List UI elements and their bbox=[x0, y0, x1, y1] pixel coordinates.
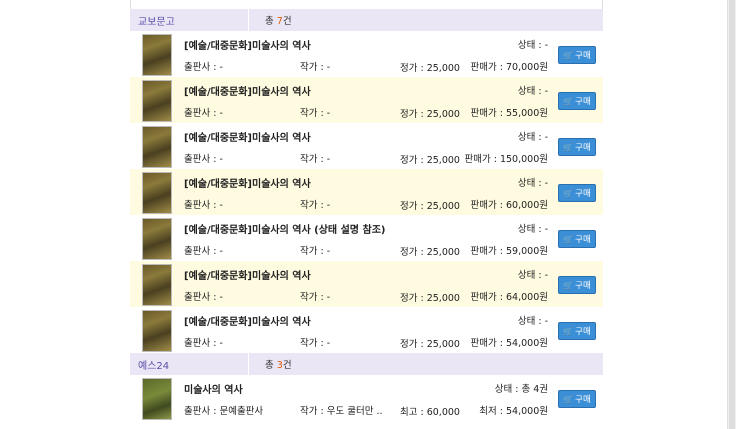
buy-button[interactable]: 🛒 구매 bbox=[558, 184, 596, 202]
book-state: 상태 : 총 4권 bbox=[494, 384, 548, 395]
book-title[interactable]: [예술/대중문화]미술사의 역사 bbox=[184, 267, 311, 282]
book-author: 작가 : - bbox=[300, 62, 331, 73]
book-state: 상태 : - bbox=[517, 132, 548, 143]
book-row: [예술/대중문화]미술사의 역사 상태 : - 출판사 : - 작가 : - 정… bbox=[130, 77, 603, 123]
book-row: 미술사의 역사 상태 : 총 4권 출판사 : 문예출판사 작가 : 우도 쿨터… bbox=[130, 375, 603, 421]
book-author: 작가 : - bbox=[300, 108, 331, 119]
book-publisher: 출판사 : - bbox=[184, 246, 223, 257]
cart-icon: 🛒 bbox=[563, 234, 574, 244]
book-publisher: 출판사 : - bbox=[184, 62, 223, 73]
buy-button[interactable]: 🛒 구매 bbox=[558, 390, 596, 408]
book-title[interactable]: [예술/대중문화]미술사의 역사 bbox=[184, 129, 311, 144]
book-sale-price: 판매가 : 70,000원 bbox=[470, 62, 548, 73]
book-author: 작가 : 우도 쿨터만 .. bbox=[300, 406, 383, 417]
book-sale-price: 판매가 : 55,000원 bbox=[470, 108, 548, 119]
buy-button[interactable]: 🛒 구매 bbox=[558, 138, 596, 156]
result-count: 총 3건 bbox=[265, 360, 292, 371]
section-header-kyobo: 교보문고 총 7건 bbox=[130, 9, 603, 31]
book-cover-thumbnail[interactable] bbox=[142, 310, 172, 352]
cart-icon: 🛒 bbox=[563, 96, 574, 106]
book-sale-price: 판매가 : 54,000원 bbox=[470, 338, 548, 349]
book-cover-thumbnail[interactable] bbox=[142, 264, 172, 306]
top-border bbox=[130, 0, 603, 9]
cart-icon: 🛒 bbox=[563, 280, 574, 290]
cart-icon: 🛒 bbox=[563, 394, 574, 404]
book-list-price: 정가 : 25,000 bbox=[400, 155, 460, 166]
page-scrollbar[interactable] bbox=[727, 0, 736, 429]
book-min-price: 최저 : 54,000원 bbox=[479, 406, 548, 417]
book-list-price: 정가 : 25,000 bbox=[400, 63, 460, 74]
book-sale-price: 판매가 : 59,000원 bbox=[470, 246, 548, 257]
book-state: 상태 : - bbox=[517, 270, 548, 281]
book-title[interactable]: 미술사의 역사 bbox=[184, 381, 243, 396]
book-author: 작가 : - bbox=[300, 292, 331, 303]
book-list-price: 정가 : 25,000 bbox=[400, 293, 460, 304]
book-title[interactable]: [예술/대중문화]미술사의 역사 (상태 설명 참조) bbox=[184, 221, 385, 236]
result-count: 총 7건 bbox=[265, 16, 292, 27]
store-name[interactable]: 교보문고 bbox=[130, 13, 248, 28]
book-cover-thumbnail[interactable] bbox=[142, 378, 172, 420]
book-cover-thumbnail[interactable] bbox=[142, 34, 172, 76]
book-list-price: 정가 : 25,000 bbox=[400, 201, 460, 212]
buy-button[interactable]: 🛒 구매 bbox=[558, 46, 596, 64]
book-author: 작가 : - bbox=[300, 154, 331, 165]
book-row: [예술/대중문화]미술사의 역사 (상태 설명 참조) 상태 : - 출판사 :… bbox=[130, 215, 603, 261]
book-list-price: 정가 : 25,000 bbox=[400, 247, 460, 258]
buy-button[interactable]: 🛒 구매 bbox=[558, 322, 596, 340]
book-publisher: 출판사 : 문예출판사 bbox=[184, 406, 264, 417]
book-publisher: 출판사 : - bbox=[184, 200, 223, 211]
cart-icon: 🛒 bbox=[563, 50, 574, 60]
book-publisher: 출판사 : - bbox=[184, 154, 223, 165]
book-title[interactable]: [예술/대중문화]미술사의 역사 bbox=[184, 37, 311, 52]
book-author: 작가 : - bbox=[300, 246, 331, 257]
book-row: [예술/대중문화]미술사의 역사 상태 : - 출판사 : - 작가 : - 정… bbox=[130, 261, 603, 307]
book-author: 작가 : - bbox=[300, 200, 331, 211]
book-state: 상태 : - bbox=[517, 40, 548, 51]
book-author: 작가 : - bbox=[300, 338, 331, 349]
book-cover-thumbnail[interactable] bbox=[142, 126, 172, 168]
book-title[interactable]: [예술/대중문화]미술사의 역사 bbox=[184, 83, 311, 98]
book-list-price: 정가 : 25,000 bbox=[400, 109, 460, 120]
store-name[interactable]: 예스24 bbox=[130, 357, 248, 372]
book-row: [예술/대중문화]미술사의 역사 상태 : - 출판사 : - 작가 : - 정… bbox=[130, 307, 603, 353]
book-row: [예술/대중문화]미술사의 역사 상태 : - 출판사 : - 작가 : - 정… bbox=[130, 169, 603, 215]
book-state: 상태 : - bbox=[517, 86, 548, 97]
book-publisher: 출판사 : - bbox=[184, 338, 223, 349]
buy-button[interactable]: 🛒 구매 bbox=[558, 276, 596, 294]
book-title[interactable]: [예술/대중문화]미술사의 역사 bbox=[184, 313, 311, 328]
book-cover-thumbnail[interactable] bbox=[142, 218, 172, 260]
book-state: 상태 : - bbox=[517, 178, 548, 189]
book-cover-thumbnail[interactable] bbox=[142, 80, 172, 122]
book-row: [예술/대중문화]미술사의 역사 상태 : - 출판사 : - 작가 : - 정… bbox=[130, 31, 603, 77]
book-state: 상태 : - bbox=[517, 224, 548, 235]
book-sale-price: 판매가 : 60,000원 bbox=[470, 200, 548, 211]
book-publisher: 출판사 : - bbox=[184, 292, 223, 303]
cart-icon: 🛒 bbox=[563, 188, 574, 198]
book-sale-price: 판매가 : 150,000원 bbox=[464, 154, 549, 165]
buy-button[interactable]: 🛒 구매 bbox=[558, 92, 596, 110]
price-comparison-list: 교보문고 총 7건 [예술/대중문화]미술사의 역사 상태 : - 출판사 : … bbox=[130, 0, 603, 421]
buy-button[interactable]: 🛒 구매 bbox=[558, 230, 596, 248]
cart-icon: 🛒 bbox=[563, 326, 574, 336]
book-state: 상태 : - bbox=[517, 316, 548, 327]
book-title[interactable]: [예술/대중문화]미술사의 역사 bbox=[184, 175, 311, 190]
book-publisher: 출판사 : - bbox=[184, 108, 223, 119]
book-cover-thumbnail[interactable] bbox=[142, 172, 172, 214]
scrollbar-thumb[interactable] bbox=[729, 0, 735, 429]
book-row: [예술/대중문화]미술사의 역사 상태 : - 출판사 : - 작가 : - 정… bbox=[130, 123, 603, 169]
cart-icon: 🛒 bbox=[563, 142, 574, 152]
section-header-yes24: 예스24 총 3건 bbox=[130, 353, 603, 375]
book-list-price: 정가 : 25,000 bbox=[400, 339, 460, 350]
book-max-price: 최고 : 60,000 bbox=[400, 407, 460, 418]
book-sale-price: 판매가 : 64,000원 bbox=[470, 292, 548, 303]
